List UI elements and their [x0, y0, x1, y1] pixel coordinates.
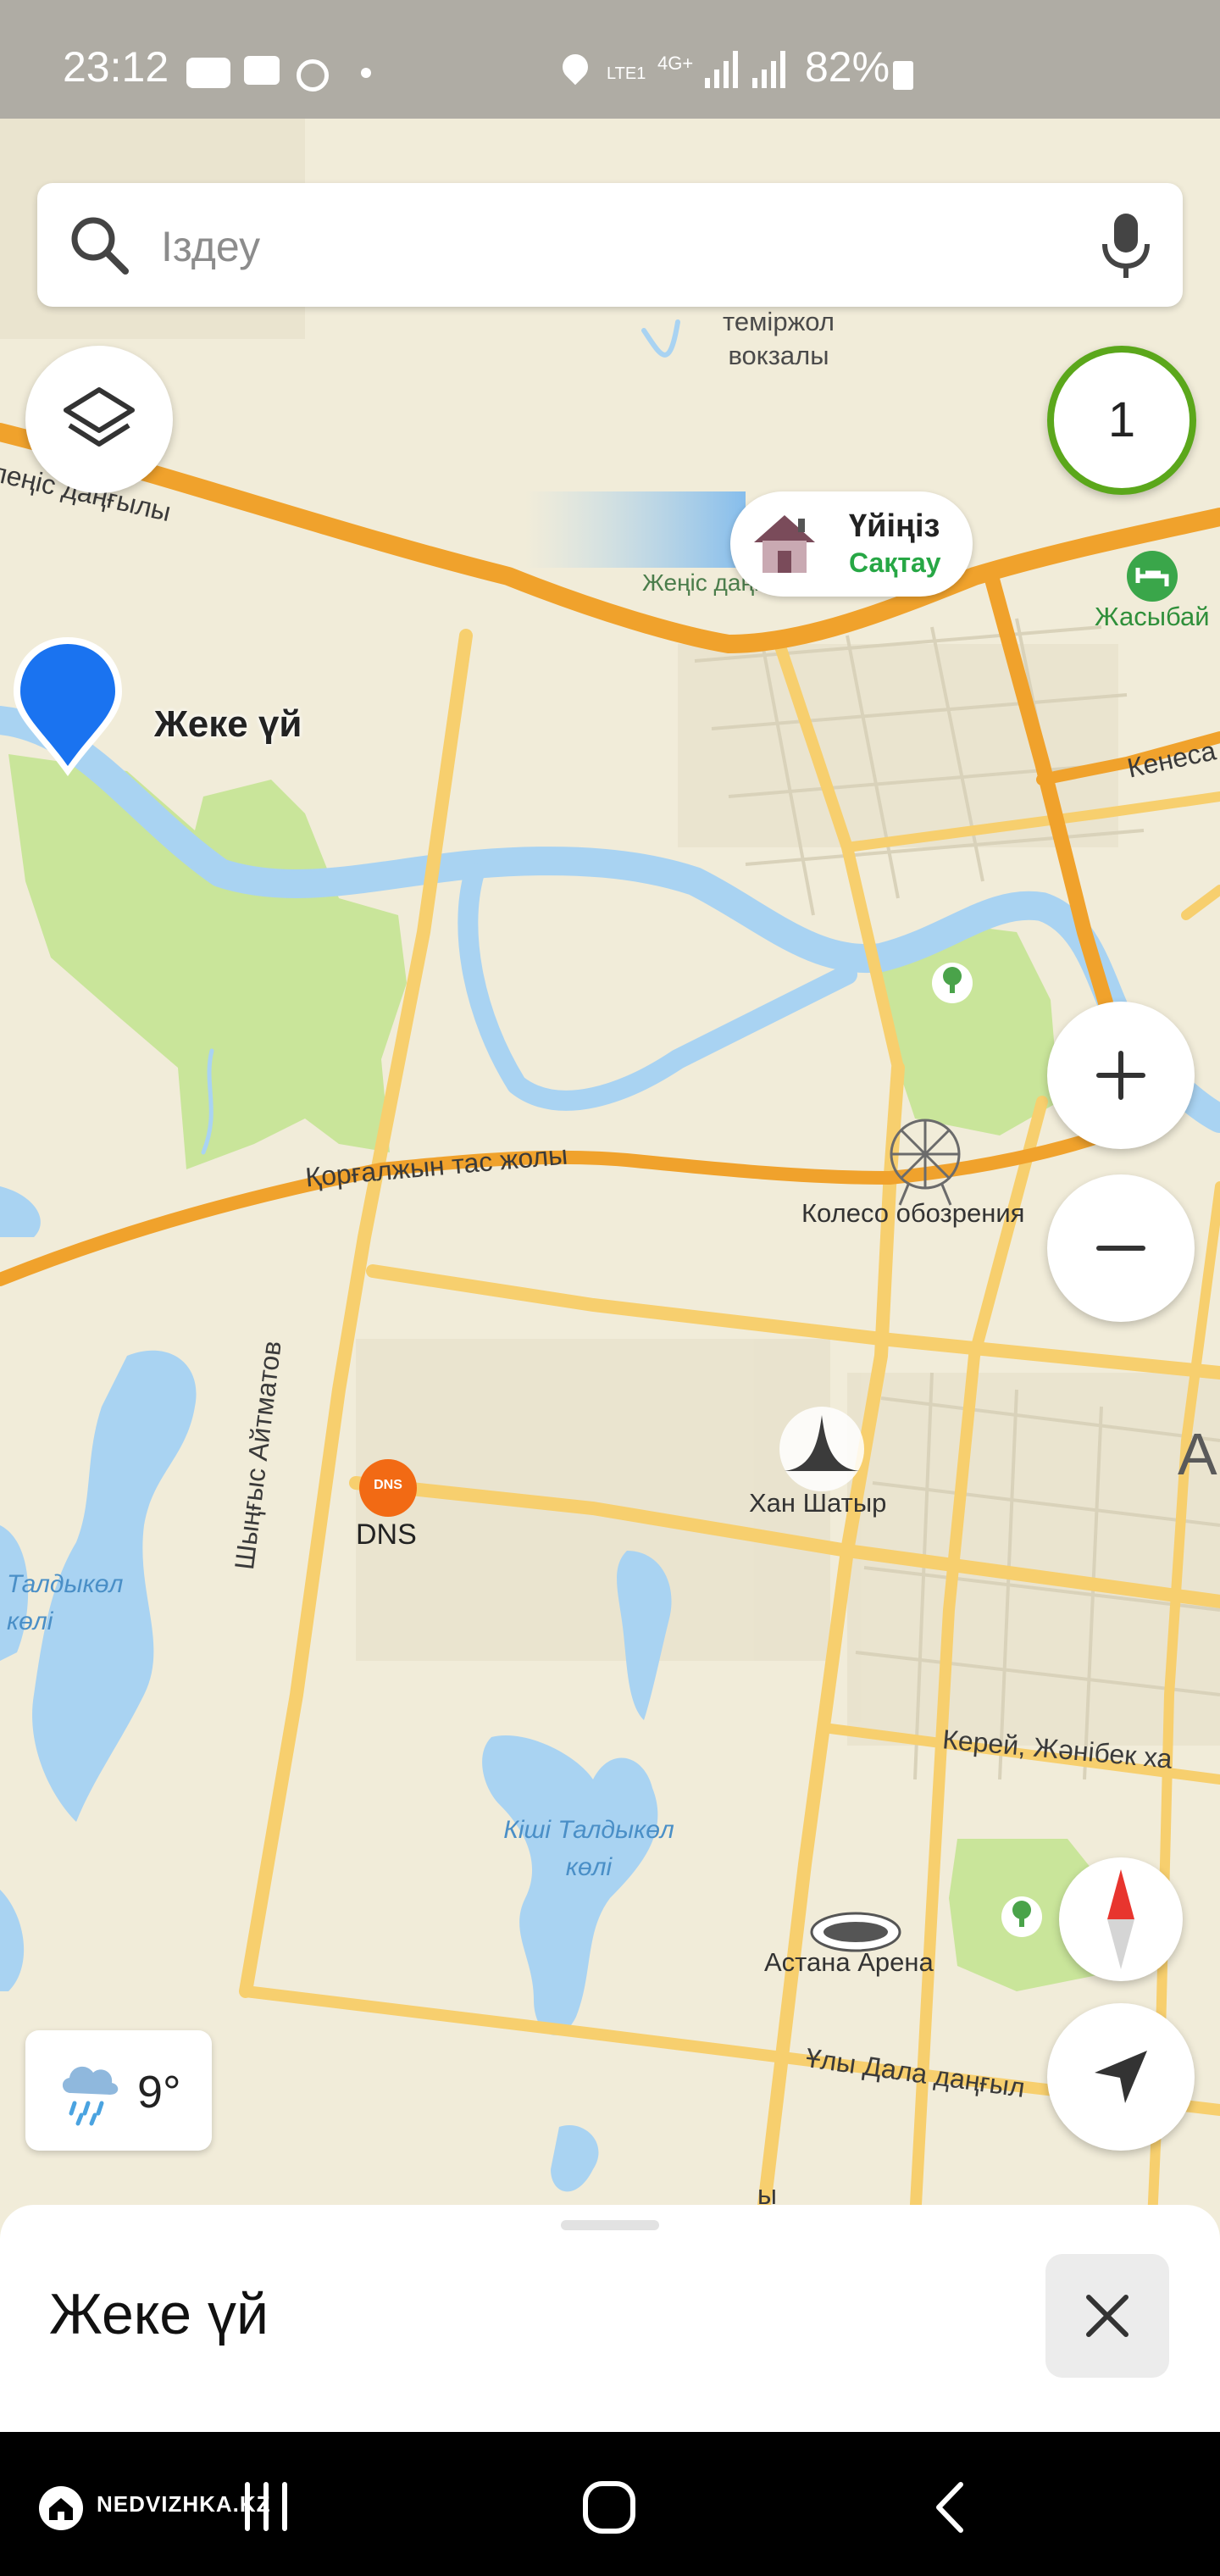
weather-widget[interactable]: 9°	[25, 2030, 212, 2151]
count-badge[interactable]: 1	[1047, 346, 1196, 495]
circle-icon	[297, 59, 329, 92]
city-letter-label: А	[1178, 1421, 1217, 1487]
navigation-bar: NEDVIZHKA.KZ	[0, 2432, 1220, 2576]
message-icon	[244, 56, 280, 85]
search-icon	[68, 214, 132, 278]
close-button[interactable]	[1045, 2254, 1169, 2378]
rain-cloud-icon	[56, 2056, 124, 2127]
weather-temperature: 9°	[137, 2067, 181, 2118]
search-placeholder: Іздеу	[161, 223, 261, 270]
youtube-icon	[186, 58, 230, 88]
dot-icon	[361, 68, 371, 78]
house-icon	[746, 505, 824, 583]
battery-percent: 82%	[805, 43, 890, 91]
layers-icon	[61, 381, 137, 458]
status-time: 23:12	[63, 43, 169, 91]
microphone-icon[interactable]	[1096, 212, 1156, 280]
dns-label[interactable]: DNS	[356, 1518, 417, 1552]
network-label-2: 4G+	[657, 53, 694, 74]
zoom-out-button[interactable]	[1047, 1174, 1195, 1322]
signal-icon-2	[752, 51, 786, 88]
home-logo-icon	[37, 2484, 85, 2532]
zoom-out-icon	[1095, 1223, 1146, 1274]
my-location-button[interactable]	[1047, 2003, 1195, 2151]
dns-logo: DNS	[374, 1478, 402, 1492]
ferris-wheel-label[interactable]: Колесо обозрения	[801, 1198, 1024, 1229]
recent-apps-icon[interactable]	[239, 2481, 293, 2532]
network-label: LTE1	[607, 64, 646, 83]
status-bar: 23:12 LTE1 4G+ 82%	[0, 0, 1220, 119]
bottom-sheet[interactable]: Жеке үй	[0, 2205, 1220, 2432]
location-icon	[557, 48, 594, 86]
battery-icon	[893, 61, 913, 90]
home-title: Үйіңіз	[849, 508, 940, 544]
navigate-arrow-icon	[1090, 2046, 1152, 2108]
search-bar[interactable]: Іздеу	[37, 183, 1183, 307]
home-icon[interactable]	[581, 2479, 637, 2535]
astana-arena-label[interactable]: Астана Арена	[764, 1947, 934, 1978]
railway-station-label[interactable]: теміржол вокзалы	[707, 305, 851, 373]
layers-button[interactable]	[25, 346, 173, 493]
home-save-button[interactable]: Үйіңіз Сақтау	[730, 491, 973, 597]
sheet-drag-handle[interactable]	[561, 2220, 659, 2230]
zoom-in-button[interactable]	[1047, 1002, 1195, 1149]
location-pin[interactable]	[8, 632, 127, 785]
pin-label[interactable]: Жеке үй	[154, 703, 302, 746]
back-icon[interactable]	[929, 2479, 971, 2535]
compass-icon	[1095, 1866, 1146, 1973]
compass-button[interactable]	[1059, 1857, 1183, 1981]
hotel-label[interactable]: Жасыбай	[1095, 602, 1210, 632]
kishi-taldykol-lake-label: Кіші Талдыкөл көлі	[503, 1816, 674, 1881]
signal-icon	[705, 51, 739, 88]
map-canvas[interactable]	[0, 0, 1220, 2220]
zoom-in-icon	[1095, 1050, 1146, 1101]
close-icon	[1084, 2292, 1131, 2340]
khan-shatyr-label[interactable]: Хан Шатыр	[749, 1488, 886, 1518]
badge-count: 1	[1107, 392, 1136, 447]
sheet-title: Жеке үй	[49, 2282, 269, 2346]
home-save-action: Сақтау	[849, 547, 941, 578]
taldykol-lake-label: Талдыкөл көлі	[7, 1570, 124, 1635]
